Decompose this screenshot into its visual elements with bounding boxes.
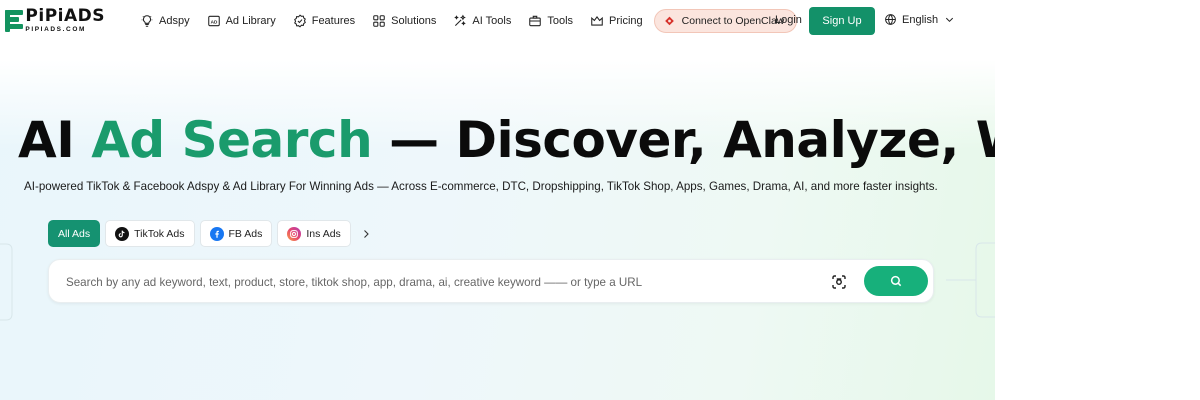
tab-fb-ads[interactable]: FB Ads	[199, 220, 273, 247]
tab-ins-ads[interactable]: Ins Ads	[277, 220, 351, 247]
tab-tiktok-ads[interactable]: TikTok Ads	[105, 220, 195, 247]
nav-ad-library[interactable]: AD Ad Library	[207, 14, 276, 28]
instagram-icon	[287, 226, 302, 241]
nav-features[interactable]: Features	[293, 14, 355, 28]
logo-mark-icon	[5, 8, 23, 34]
logo-domain: PIPIADS.COM	[25, 26, 86, 34]
facebook-icon	[209, 226, 224, 241]
nav-pricing[interactable]: Pricing	[590, 14, 643, 28]
ad-icon: AD	[207, 15, 220, 27]
openclaw-icon	[664, 16, 674, 25]
globe-icon	[885, 14, 896, 25]
svg-text:AD: AD	[210, 19, 217, 24]
language-label: English	[902, 13, 939, 26]
toolbox-icon	[529, 15, 542, 27]
nav-tools[interactable]: Tools	[528, 14, 573, 28]
nav-ai-tools[interactable]: AI Tools	[453, 14, 511, 28]
ai-tools-icon	[454, 14, 467, 27]
search-button[interactable]	[864, 266, 928, 296]
page: PiPiADS PIPIADS.COM Adspy AD Ad Library …	[0, 0, 995, 400]
logo-wordmark: PiPiADS	[25, 6, 105, 27]
crown-icon	[591, 16, 603, 26]
brand-logo[interactable]: PiPiADS PIPIADS.COM	[5, 6, 105, 36]
hero-subtitle: AI-powered TikTok & Facebook Adspy & Ad …	[24, 180, 938, 193]
nav-solutions[interactable]: Solutions	[372, 14, 436, 28]
top-navigation: PiPiADS PIPIADS.COM Adspy AD Ad Library …	[0, 0, 995, 42]
decorative-line-left	[0, 243, 13, 321]
search-bar	[48, 259, 934, 303]
login-link[interactable]: Login	[775, 14, 802, 26]
chevron-right-icon	[363, 229, 369, 238]
grid-icon	[373, 15, 385, 27]
hero-title: AI Ad Search — Discover, Analyze, Win	[18, 111, 995, 169]
decorative-line-right	[946, 242, 995, 318]
tabs-next-button[interactable]	[356, 220, 376, 247]
tiktok-icon	[115, 226, 130, 241]
badge-check-icon	[293, 14, 306, 28]
chevron-down-icon	[946, 17, 954, 23]
nav-adspy[interactable]: Adspy	[140, 14, 190, 28]
blank-margin	[995, 0, 1200, 400]
lightbulb-icon	[141, 15, 153, 27]
platform-tabs: All Ads TikTok Ads FB Ads Ins Ads	[48, 220, 376, 247]
hero-title-accent: Ad Search	[91, 111, 373, 169]
signup-button[interactable]: Sign Up	[809, 7, 875, 35]
tab-all-ads[interactable]: All Ads	[48, 220, 101, 247]
main-nav: Adspy AD Ad Library Features Solutions A…	[140, 0, 798, 42]
language-selector[interactable]: English	[884, 13, 955, 26]
search-input[interactable]	[66, 272, 806, 292]
search-icon	[890, 275, 902, 287]
image-search-icon[interactable]	[830, 273, 848, 291]
